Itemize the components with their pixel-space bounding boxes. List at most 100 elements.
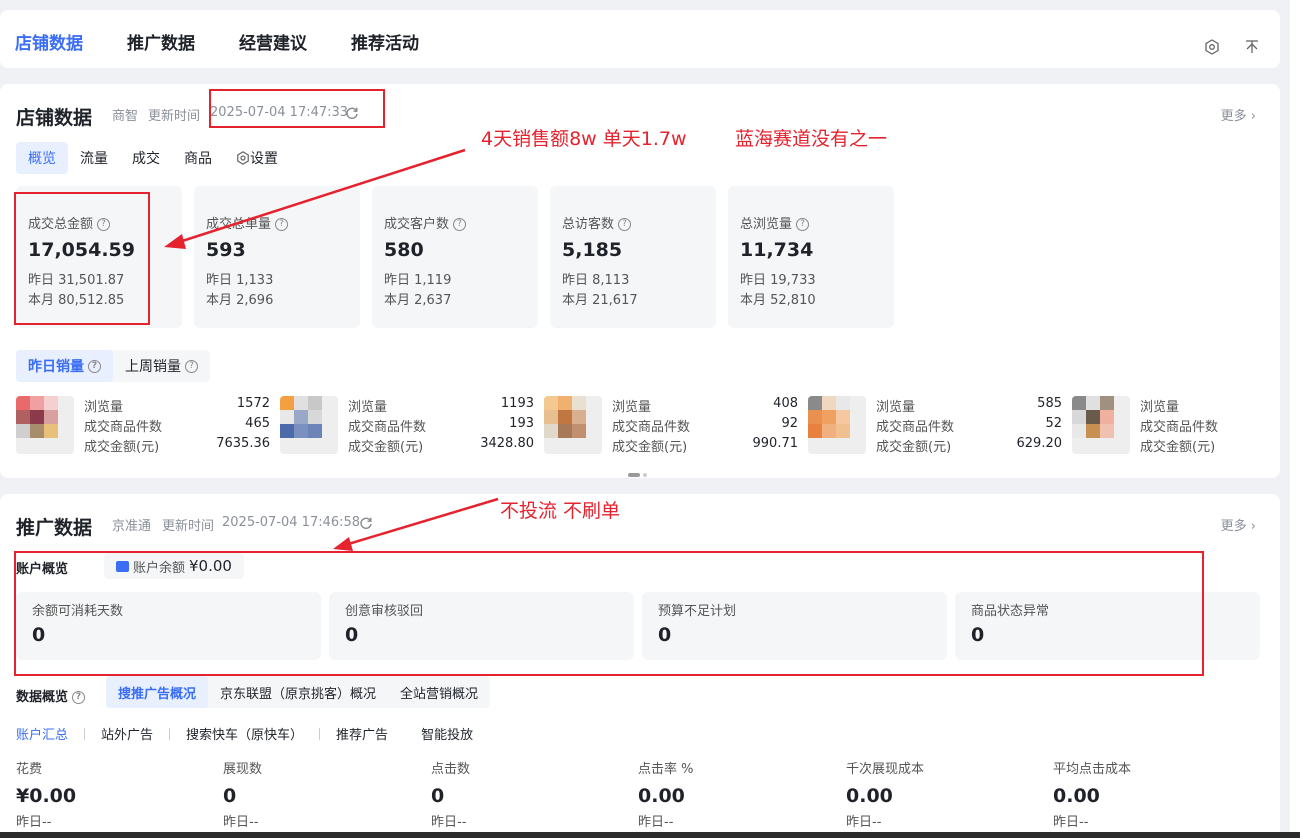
kpi-value: 0.00 — [1053, 785, 1100, 807]
page-right-edge — [1290, 0, 1300, 838]
help-icon[interactable]: ? — [72, 691, 86, 704]
store-more-label: 更多 — [1220, 109, 1247, 124]
product-items-row: 成交商品件数 52 — [876, 416, 1062, 435]
help-icon[interactable]: ? — [88, 359, 101, 373]
account-stat-budget[interactable]: 预算不足计划 0 — [642, 592, 947, 660]
product-views-row: 浏览量 1193 — [348, 396, 534, 415]
tab-yesterday-sales[interactable]: 昨日销量? — [16, 350, 113, 382]
subtab-products[interactable]: 商品 — [172, 142, 224, 174]
filter-recommend-ads[interactable]: 推荐广告 — [336, 724, 388, 743]
tab-site-marketing[interactable]: 全站营销概况 — [388, 676, 490, 708]
sales-period-tabs: 昨日销量? 上周销量? — [16, 350, 210, 382]
divider — [404, 728, 405, 740]
filter-account-summary[interactable]: 账户汇总 — [16, 724, 68, 743]
kpi-label: 点击率 % — [638, 762, 694, 777]
tab-last-week-sales[interactable]: 上周销量? — [113, 350, 210, 382]
metric-value: 17,054.59 — [28, 239, 135, 261]
account-balance-chip[interactable]: 账户余额 ¥0.00 — [104, 553, 244, 579]
help-icon[interactable]: ? — [275, 218, 289, 231]
store-subtabs: 概览 流量 成交 商品 设置 — [16, 142, 290, 174]
help-icon[interactable]: ? — [618, 218, 632, 231]
kpi-value: 0 — [223, 785, 237, 807]
kpi-yesterday: 昨日-- — [1053, 815, 1089, 830]
refresh-icon[interactable] — [359, 515, 373, 529]
product-item[interactable]: 浏览量 成交商品件数 成交金额(元) — [1072, 392, 1272, 456]
product-items-row: 成交商品件数 92 — [612, 416, 798, 435]
store-update-label: 更新时间 — [148, 109, 201, 124]
metric-label: 总浏览量? — [740, 213, 810, 232]
subtab-deals[interactable]: 成交 — [120, 142, 172, 174]
tab-search-ads[interactable]: 搜推广告概况 — [106, 676, 209, 708]
kpi-yesterday: 昨日-- — [16, 815, 52, 830]
store-more-link[interactable]: 更多 › — [1221, 105, 1256, 124]
subtab-traffic[interactable]: 流量 — [68, 142, 120, 174]
metric-card-customers[interactable]: 成交客户数? 580 昨日 1,119 本月 2,637 — [372, 186, 538, 328]
metric-value: 11,734 — [740, 239, 814, 261]
help-icon[interactable]: ? — [453, 218, 467, 231]
help-icon[interactable]: ? — [97, 218, 111, 231]
filter-offsite-ads[interactable]: 站外广告 — [101, 724, 153, 743]
metric-month: 本月 21,617 — [562, 293, 638, 308]
tab-promo-data[interactable]: 推广数据 — [127, 29, 195, 54]
promo-data-card: 推广数据 京准通 更新时间 2025-07-04 17:46:58 更多 › 账… — [0, 494, 1280, 838]
carousel-dots[interactable] — [628, 462, 650, 481]
help-icon[interactable]: ? — [796, 218, 810, 231]
stat-value: 0 — [658, 624, 672, 646]
filter-smart-delivery[interactable]: 智能投放 — [421, 724, 473, 743]
product-amount-row: 成交金额(元) — [1140, 440, 1216, 455]
tab-business-advice[interactable]: 经营建议 — [239, 29, 307, 54]
kpi-cpm: 千次展现成本 0.00 昨日-- — [846, 758, 1046, 830]
tab-recommended-activities[interactable]: 推荐活动 — [351, 29, 419, 54]
top-nav: 店铺数据 推广数据 经营建议 推荐活动 — [0, 10, 1280, 68]
settings-link[interactable]: 设置 — [224, 142, 290, 174]
account-stat-days[interactable]: 余额可消耗天数 0 — [16, 592, 321, 660]
account-stat-product-abnormal[interactable]: 商品状态异常 0 — [955, 592, 1260, 660]
tab-jd-union[interactable]: 京东联盟（原京挑客）概况 — [208, 676, 388, 708]
balance-value: ¥0.00 — [189, 557, 232, 575]
annotation-sales-note: 4天销售额8w 单天1.7w — [481, 128, 687, 150]
kpi-yesterday: 昨日-- — [223, 815, 259, 830]
subtab-overview[interactable]: 概览 — [16, 142, 68, 174]
promo-more-label: 更多 — [1220, 519, 1247, 534]
balance-label: 账户余额 — [133, 560, 186, 576]
metric-yesterday: 昨日 8,113 — [562, 273, 630, 288]
product-amount-row: 成交金额(元) 990.71 — [612, 436, 798, 455]
refresh-icon[interactable] — [345, 105, 359, 119]
kpi-label: 千次展现成本 — [846, 762, 925, 777]
product-items-row: 成交商品件数 193 — [348, 416, 534, 435]
product-item[interactable]: 浏览量 1193 成交商品件数 193 成交金额(元) 3428.80 — [280, 392, 536, 456]
wallet-icon — [116, 560, 129, 572]
product-item[interactable]: 浏览量 408 成交商品件数 92 成交金额(元) 990.71 — [544, 392, 800, 456]
kpi-clicks: 点击数 0 昨日-- — [431, 758, 631, 830]
metric-card-pageviews[interactable]: 总浏览量? 11,734 昨日 19,733 本月 52,810 — [728, 186, 894, 328]
product-views-row: 浏览量 408 — [612, 396, 798, 415]
settings-hex-icon[interactable] — [1204, 39, 1220, 55]
product-item[interactable]: 浏览量 585 成交商品件数 52 成交金额(元) 629.20 — [808, 392, 1064, 456]
product-item[interactable]: 浏览量 1572 成交商品件数 465 成交金额(元) 7635.36 — [16, 392, 272, 456]
promo-update-time: 2025-07-04 17:46:58 — [222, 515, 361, 530]
kpi-value: 0.00 — [638, 785, 685, 807]
kpi-impressions: 展现数 0 昨日-- — [223, 758, 423, 830]
promo-update-label: 更新时间 — [162, 519, 215, 534]
metric-value: 580 — [384, 239, 424, 261]
account-stat-rejected[interactable]: 创意审核驳回 0 — [329, 592, 634, 660]
help-icon[interactable]: ? — [185, 359, 198, 373]
stat-label: 商品状态异常 — [971, 604, 1050, 619]
metric-card-gmv[interactable]: 成交总金额? 17,054.59 昨日 31,501.87 本月 80,512.… — [16, 186, 182, 328]
stat-value: 0 — [971, 624, 985, 646]
stat-value: 0 — [345, 624, 359, 646]
pin-top-icon[interactable] — [1244, 39, 1260, 55]
metric-value: 5,185 — [562, 239, 623, 261]
tab-store-data[interactable]: 店铺数据 — [15, 29, 83, 54]
kpi-value: 0 — [431, 785, 445, 807]
metric-card-orders[interactable]: 成交总单量? 593 昨日 1,133 本月 2,696 — [194, 186, 360, 328]
product-thumbnail — [808, 396, 866, 454]
store-section-title: 店铺数据 — [16, 107, 93, 129]
annotation-market-note: 蓝海赛道没有之一 — [735, 128, 888, 150]
filter-search-express[interactable]: 搜索快车（原快车） — [186, 724, 303, 743]
product-items-row: 成交商品件数 — [1140, 420, 1219, 435]
ad-filter-tabs: 账户汇总 站外广告 搜索快车（原快车） 推荐广告 智能投放 — [16, 724, 473, 743]
kpi-value: ¥0.00 — [16, 785, 77, 807]
metric-card-visitors[interactable]: 总访客数? 5,185 昨日 8,113 本月 21,617 — [550, 186, 716, 328]
promo-more-link[interactable]: 更多 › — [1221, 515, 1256, 534]
